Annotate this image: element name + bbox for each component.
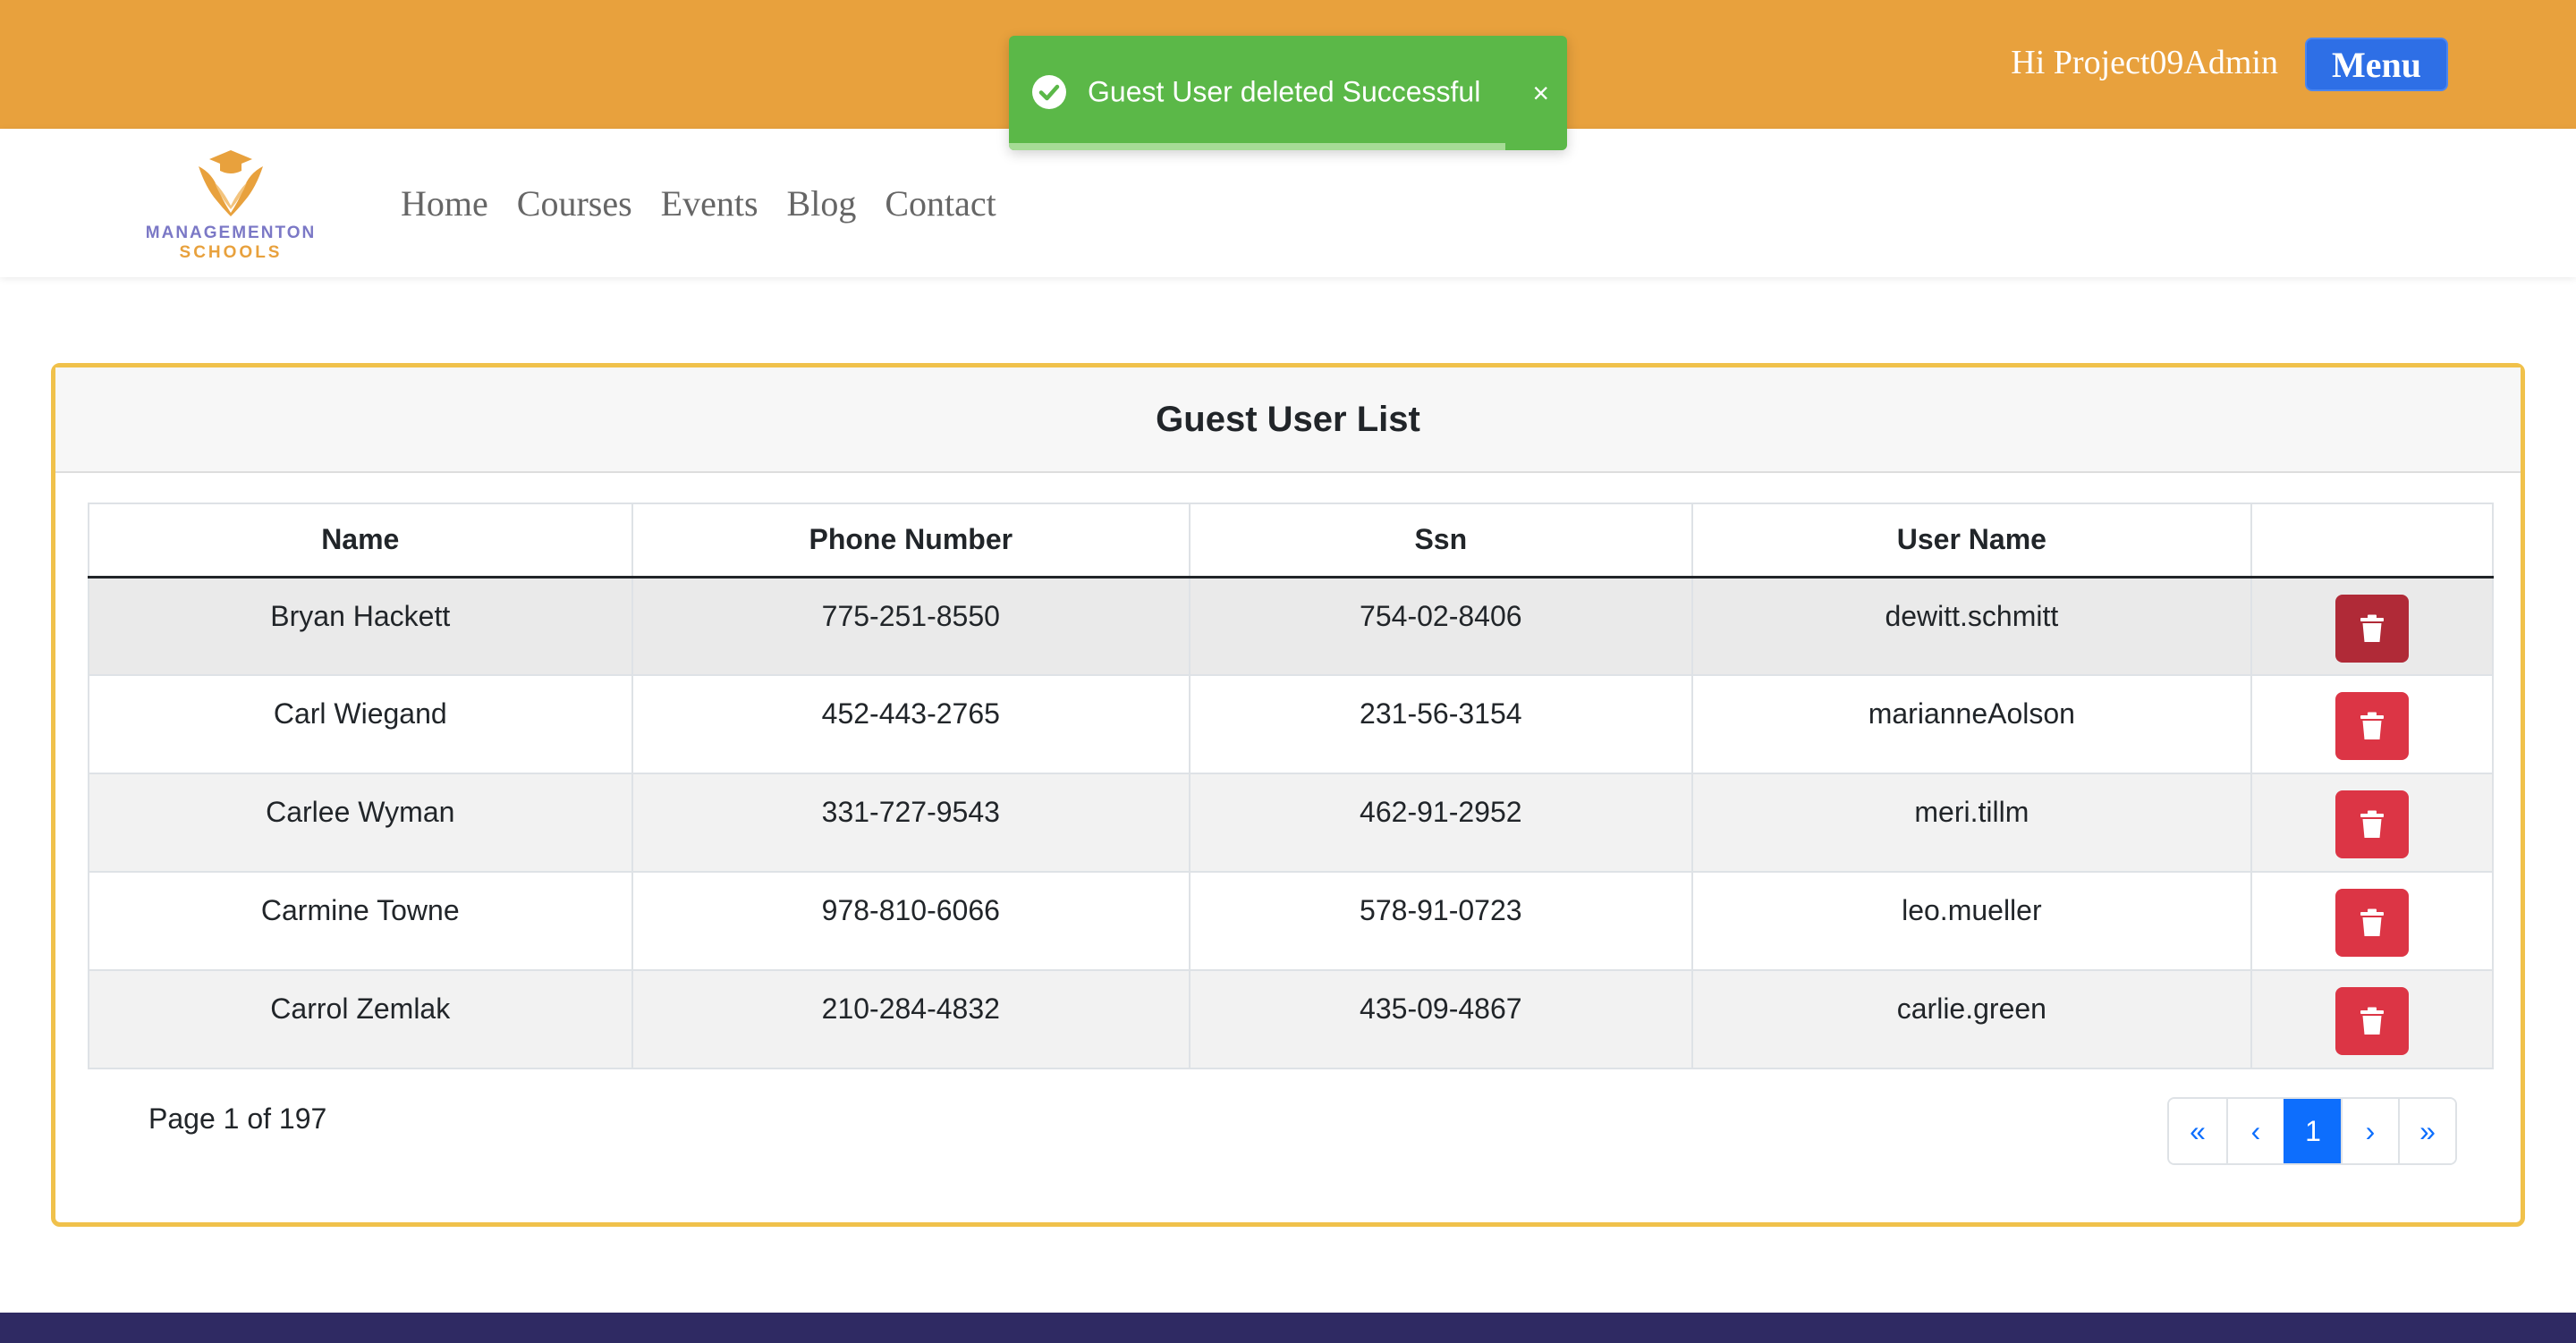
next-page-button[interactable]: › [2341,1099,2398,1163]
table-row: Carrol Zemlak 210-284-4832 435-09-4867 c… [88,969,2494,1069]
cell-actions [2250,674,2494,774]
table-row: Carlee Wyman 331-727-9543 462-91-2952 me… [88,773,2494,873]
cell-actions [2250,576,2494,676]
logo-text-line1: MANAGEMENTON [145,224,317,242]
cell-actions [2250,969,2494,1069]
trash-icon [2360,1007,2385,1035]
delete-button[interactable] [2335,692,2410,760]
check-circle-icon [1032,75,1066,109]
current-page-button[interactable]: 1 [2284,1099,2341,1163]
cell-phone: 331-727-9543 [631,773,1191,873]
column-header-name[interactable]: Name [88,503,633,579]
delete-button[interactable] [2335,987,2410,1055]
cell-phone: 452-443-2765 [631,674,1191,774]
menu-button[interactable]: Menu [2305,38,2448,91]
table-header-row: Name Phone Number Ssn User Name [88,503,2494,579]
cell-phone: 775-251-8550 [631,576,1191,676]
nav-link-events[interactable]: Events [661,182,758,224]
cell-name: Carl Wiegand [88,674,633,774]
cell-phone: 978-810-6066 [631,871,1191,971]
column-header-username[interactable]: User Name [1690,503,2253,579]
cell-ssn: 435-09-4867 [1189,969,1693,1069]
column-header-phone[interactable]: Phone Number [631,503,1191,579]
logo-text-line2: SCHOOLS [179,243,283,262]
delete-button[interactable] [2335,594,2410,663]
cell-name: Carrol Zemlak [88,969,633,1069]
cell-ssn: 754-02-8406 [1189,576,1693,676]
cell-username: carlie.green [1690,969,2253,1069]
pagination: « ‹ 1 › » [2167,1097,2457,1165]
table-row: Carmine Towne 978-810-6066 578-91-0723 l… [88,871,2494,971]
guest-user-card: Guest User List Name Phone Number Ssn Us… [51,363,2525,1227]
card-title: Guest User List [55,367,2521,473]
cell-ssn: 462-91-2952 [1189,773,1693,873]
trash-icon [2360,614,2385,642]
nav-links: Home Courses Events Blog Contact [401,182,996,224]
trash-icon [2360,810,2385,838]
toast-message: Guest User deleted Successful [1088,75,1481,108]
footer-bar [0,1313,2576,1343]
delete-button[interactable] [2335,889,2410,957]
main-navbar: MANAGEMENTON SCHOOLS Home Courses Events… [0,129,2576,277]
cell-phone: 210-284-4832 [631,969,1191,1069]
cell-username: leo.mueller [1690,871,2253,971]
trash-icon [2360,908,2385,936]
table-row: Carl Wiegand 452-443-2765 231-56-3154 ma… [88,674,2494,774]
toast-close-button[interactable]: × [1532,79,1549,107]
guest-user-table: Name Phone Number Ssn User Name Bryan Ha… [88,503,2494,1069]
column-header-ssn[interactable]: Ssn [1189,503,1693,579]
cell-ssn: 578-91-0723 [1189,871,1693,971]
nav-link-home[interactable]: Home [401,182,488,224]
cell-username: meri.tillm [1690,773,2253,873]
delete-button[interactable] [2335,790,2410,858]
user-greeting: Hi Project09Admin [2011,44,2278,81]
site-logo[interactable]: MANAGEMENTON SCHOOLS [134,147,327,262]
cell-ssn: 231-56-3154 [1189,674,1693,774]
cell-actions [2250,773,2494,873]
column-header-actions [2250,503,2494,579]
page-info: Page 1 of 197 [148,1102,327,1135]
toast-progress-bar [1009,143,1506,150]
prev-page-button[interactable]: ‹ [2226,1099,2284,1163]
cell-name: Carlee Wyman [88,773,633,873]
cell-name: Bryan Hackett [88,576,633,676]
success-toast: Guest User deleted Successful × [1009,36,1567,150]
nav-link-contact[interactable]: Contact [885,182,996,224]
nav-link-blog[interactable]: Blog [787,182,857,224]
cell-actions [2250,871,2494,971]
logo-emblem-icon [199,150,263,216]
first-page-button[interactable]: « [2169,1099,2226,1163]
cell-name: Carmine Towne [88,871,633,971]
cell-username: marianneAolson [1690,674,2253,774]
nav-link-courses[interactable]: Courses [517,182,632,224]
table-row: Bryan Hackett 775-251-8550 754-02-8406 d… [88,576,2494,676]
last-page-button[interactable]: » [2398,1099,2455,1163]
trash-icon [2360,712,2385,739]
cell-username: dewitt.schmitt [1690,576,2253,676]
